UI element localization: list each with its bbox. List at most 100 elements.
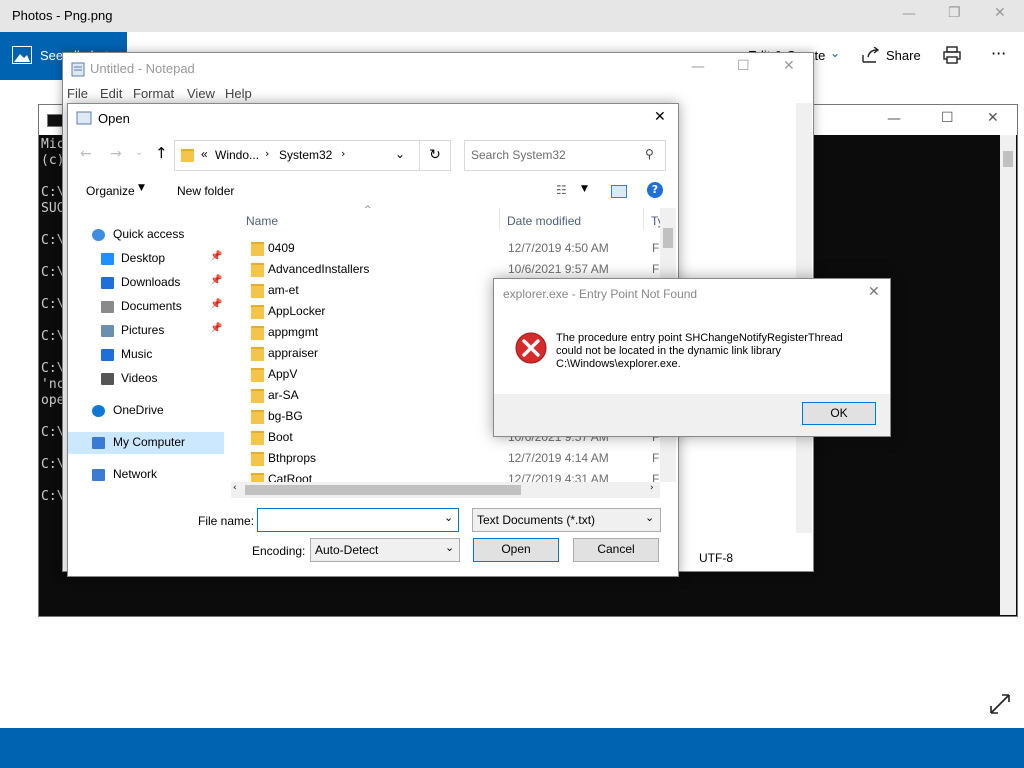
breadcrumb-separator-icon[interactable]: › [265, 147, 269, 160]
share-icon[interactable] [862, 47, 880, 63]
nav-item[interactable]: Videos [68, 368, 224, 390]
nav-item[interactable]: Music [68, 344, 224, 366]
cmd-scrollbar[interactable] [1000, 135, 1016, 615]
notepad-encoding-status: UTF-8 [699, 551, 733, 565]
address-dropdown-chevron-icon[interactable]: ⌄ [395, 147, 405, 161]
address-bar[interactable]: « Windo... › System32 › ⌄ [174, 140, 420, 171]
notepad-menu-item[interactable]: Help [225, 86, 252, 101]
music-icon [101, 349, 114, 361]
cmd-scroll-thumb[interactable] [1003, 151, 1013, 167]
forward-arrow-icon[interactable]: → [110, 146, 122, 162]
search-box[interactable]: Search System32 ⚲ [464, 140, 666, 171]
share-label[interactable]: Share [886, 48, 921, 63]
breadcrumb-system32[interactable]: System32 [279, 148, 332, 162]
breadcrumb-windows[interactable]: Windo... [215, 148, 259, 162]
encoding-select[interactable]: Auto-Detect ⌄ [310, 538, 460, 562]
nav-item[interactable]: Desktop 📌 [68, 248, 224, 270]
maximize-button[interactable]: ❐ [948, 5, 961, 21]
file-name: bg-BG [268, 409, 303, 423]
notepad-close-button[interactable]: ✕ [783, 58, 795, 74]
nav-item[interactable]: Network [68, 464, 224, 486]
notepad-menu-item[interactable]: File [67, 86, 88, 101]
scroll-thumb[interactable] [663, 228, 673, 248]
nav-item-label: My Computer [113, 435, 186, 449]
refresh-icon[interactable]: ↻ [419, 140, 451, 171]
error-dialog-close-button[interactable]: ✕ [868, 284, 880, 300]
file-name-input[interactable] [260, 511, 440, 529]
horizontal-scroll-thumb[interactable] [245, 485, 521, 495]
cmd-minimize-button[interactable]: — [887, 111, 901, 127]
file-name-combobox[interactable]: ⌄ [257, 508, 459, 532]
network-icon [92, 469, 105, 481]
print-icon[interactable] [943, 46, 961, 64]
organize-button[interactable]: Organize [86, 184, 135, 198]
pin-icon[interactable]: 📌 [210, 251, 222, 262]
pin-icon[interactable]: 📌 [210, 275, 222, 286]
cmd-close-button[interactable]: ✕ [987, 110, 999, 126]
open-dialog-title: Open [98, 111, 130, 126]
file-row[interactable]: CatRoot 12/7/2019 4:31 AM Fi [238, 469, 668, 482]
nav-item[interactable]: Pictures 📌 [68, 320, 224, 342]
encoding-dropdown-icon[interactable]: ⌄ [445, 541, 454, 554]
encoding-value: Auto-Detect [315, 543, 379, 557]
nav-item-label: OneDrive [113, 403, 164, 417]
pin-icon[interactable]: 📌 [210, 323, 222, 334]
nav-item[interactable]: Quick access [68, 224, 224, 246]
cancel-button[interactable]: Cancel [573, 538, 659, 562]
cmd-maximize-button[interactable]: ☐ [941, 110, 954, 126]
breadcrumb-separator-icon[interactable]: › [341, 147, 345, 160]
back-arrow-icon[interactable]: ← [80, 146, 92, 162]
more-options-icon[interactable]: ··· [991, 44, 1006, 63]
minimize-button[interactable]: — [902, 6, 916, 22]
help-icon[interactable]: ? [647, 182, 663, 198]
pin-icon[interactable]: 📌 [210, 299, 222, 310]
pictures-icon [101, 325, 114, 337]
file-name-dropdown-icon[interactable]: ⌄ [444, 511, 453, 524]
scroll-right-icon[interactable]: › [650, 483, 654, 493]
new-folder-button[interactable]: New folder [177, 184, 234, 198]
notepad-menu-item[interactable]: Format [133, 86, 174, 101]
fullscreen-icon[interactable] [988, 692, 1012, 716]
file-list-horizontal-scrollbar[interactable]: ‹ › [231, 482, 660, 498]
open-dialog-close-button[interactable]: ✕ [654, 109, 666, 125]
nav-item[interactable]: OneDrive [68, 400, 224, 422]
file-type-select[interactable]: Text Documents (*.txt) ⌄ [472, 508, 661, 532]
up-arrow-icon[interactable]: ↑ [155, 144, 168, 162]
console-line: C:\ [41, 329, 65, 344]
open-button[interactable]: Open [473, 538, 559, 562]
preview-pane-icon[interactable] [611, 185, 627, 198]
view-options-icon[interactable]: ☷ [556, 183, 567, 197]
document-icon [101, 301, 114, 313]
console-line: C:\ [41, 185, 65, 200]
nav-item-label: Downloads [121, 275, 181, 289]
column-name-header[interactable]: Name [246, 214, 278, 228]
console-line: 'nc [41, 377, 65, 392]
error-message-text: The procedure entry point SHChangeNotify… [556, 332, 843, 371]
console-line: C:\ [41, 361, 65, 376]
computer-icon [92, 437, 105, 449]
scroll-left-icon[interactable]: ‹ [233, 483, 237, 493]
recent-locations-chevron-icon[interactable]: ⌄ [135, 147, 143, 158]
file-row[interactable]: Bthprops 12/7/2019 4:14 AM Fi [238, 448, 668, 469]
ok-button[interactable]: OK [802, 402, 876, 425]
file-type-dropdown-icon[interactable]: ⌄ [645, 511, 654, 524]
organize-dropdown-icon[interactable]: ▼ [138, 183, 145, 193]
notepad-maximize-button[interactable]: ☐ [737, 58, 750, 74]
folder-icon [251, 473, 264, 482]
notepad-menu-item[interactable]: Edit [100, 86, 122, 101]
file-row[interactable]: AdvancedInstallers 10/6/2021 9:57 AM Fi [238, 259, 668, 280]
nav-item[interactable]: My Computer [68, 432, 224, 454]
nav-item[interactable]: Downloads 📌 [68, 272, 224, 294]
column-date-header[interactable]: Date modified [507, 214, 581, 228]
chevron-down-icon[interactable]: ⌄ [830, 46, 840, 60]
notepad-menu-item[interactable]: View [187, 86, 215, 101]
nav-item[interactable]: Documents 📌 [68, 296, 224, 318]
nav-item-label: Quick access [113, 227, 185, 241]
file-name: AdvancedInstallers [268, 262, 370, 276]
file-date: 12/7/2019 4:50 AM [508, 241, 609, 255]
close-button[interactable]: ✕ [994, 5, 1006, 21]
view-dropdown-icon[interactable]: ▼ [581, 184, 588, 194]
console-line: (c) [41, 153, 65, 168]
notepad-minimize-button[interactable]: — [691, 59, 705, 75]
file-row[interactable]: 0409 12/7/2019 4:50 AM Fi [238, 238, 668, 259]
